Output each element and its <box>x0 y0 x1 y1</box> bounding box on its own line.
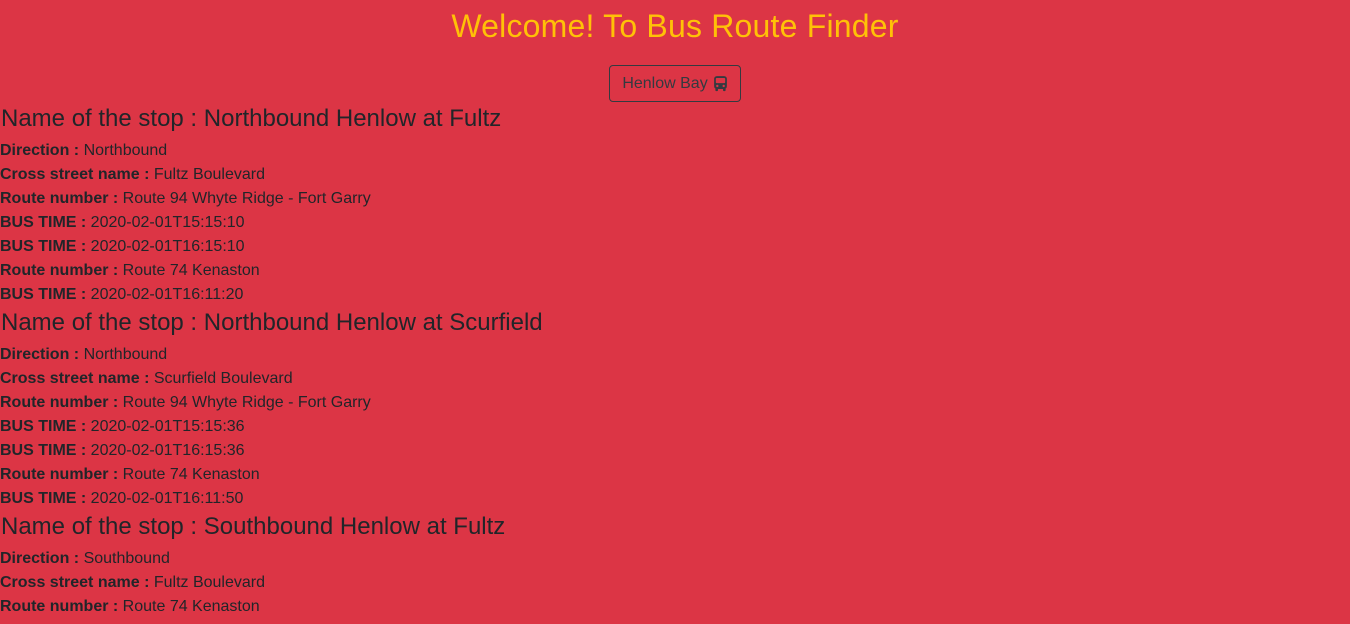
bus-time-label: BUS TIME : <box>0 418 91 435</box>
stop-name: Southbound Henlow at Fultz <box>203 513 506 540</box>
bus-time-label: BUS TIME : <box>0 286 91 303</box>
direction: Direction : Northbound <box>0 343 1350 367</box>
route-number: Route number : Route 74 Kenaston <box>0 595 1350 619</box>
route-number: Route number : Route 74 Kenaston <box>0 463 1350 487</box>
direction-label: Direction : <box>0 550 84 567</box>
bus-time: BUS TIME : 2020-02-01T16:11:50 <box>0 487 1350 511</box>
bus-time-value: 2020-02-01T15:15:10 <box>90 214 245 231</box>
route-number-label: Route number : <box>0 262 123 279</box>
cross-street: Cross street name : Fultz Boulevard <box>0 571 1350 595</box>
cross-street-value: Fultz Boulevard <box>153 166 266 183</box>
bus-time-label: BUS TIME : <box>0 238 91 255</box>
route-number-value: Route 94 Whyte Ridge - Fort Garry <box>122 394 371 411</box>
cross-street-value: Fultz Boulevard <box>153 574 266 591</box>
bus-time: BUS TIME : 2020-02-01T16:11:20 <box>0 283 1350 307</box>
henlow-bay-button[interactable]: Henlow Bay <box>609 65 741 102</box>
route-number-value: Route 74 Kenaston <box>122 262 260 279</box>
cross-street-value: Scurfield Boulevard <box>153 370 293 387</box>
direction: Direction : Northbound <box>0 139 1350 163</box>
route-number-label: Route number : <box>0 190 123 207</box>
bus-time-value: 2020-02-01T15:15:36 <box>90 418 245 435</box>
bus-time-label: BUS TIME : <box>0 490 91 507</box>
cross-street: Cross street name : Fultz Boulevard <box>0 163 1350 187</box>
direction-label: Direction : <box>0 142 84 159</box>
bus-time-label: BUS TIME : <box>0 442 91 459</box>
route-number: Route number : Route 74 Kenaston <box>0 259 1350 283</box>
cross-street: Cross street name : Scurfield Boulevard <box>0 367 1350 391</box>
stop-heading-label: Name of the stop : <box>1 309 204 336</box>
route-number-label: Route number : <box>0 466 123 483</box>
bus-time-value: 2020-02-01T16:11:20 <box>90 286 244 303</box>
direction-value: Northbound <box>83 346 168 363</box>
route-number: Route number : Route 94 Whyte Ridge - Fo… <box>0 187 1350 211</box>
route-number-value: Route 74 Kenaston <box>122 598 260 615</box>
route-number-value: Route 74 Kenaston <box>122 466 260 483</box>
direction-label: Direction : <box>0 346 84 363</box>
bus-time: BUS TIME : 2020-02-01T16:15:36 <box>0 439 1350 463</box>
bus-time-value: 2020-02-01T16:15:10 <box>90 238 245 255</box>
button-label: Henlow Bay <box>622 74 708 92</box>
bus-time-value: 2020-02-01T16:11:50 <box>90 490 244 507</box>
direction: Direction : Southbound <box>0 547 1350 571</box>
stop-section: Name of the stop : Northbound Henlow at … <box>0 103 1350 307</box>
direction-value: Northbound <box>83 142 168 159</box>
stop-heading-label: Name of the stop : <box>1 513 204 540</box>
cross-street-label: Cross street name : <box>0 370 154 387</box>
bus-time-label: BUS TIME : <box>0 214 91 231</box>
stop-name: Northbound Henlow at Fultz <box>203 105 502 132</box>
stop-section: Name of the stop : Northbound Henlow at … <box>0 307 1350 511</box>
stop-section: Name of the stop : Southbound Henlow at … <box>0 511 1350 619</box>
bus-time: BUS TIME : 2020-02-01T15:15:10 <box>0 211 1350 235</box>
stop-heading: Name of the stop : Northbound Henlow at … <box>0 103 1350 139</box>
route-number-label: Route number : <box>0 598 123 615</box>
bus-time-value: 2020-02-01T16:15:36 <box>90 442 245 459</box>
stop-heading: Name of the stop : Northbound Henlow at … <box>0 307 1350 343</box>
stop-name: Northbound Henlow at Scurfield <box>203 309 543 336</box>
stop-list: Name of the stop : Northbound Henlow at … <box>0 103 1350 619</box>
search-row: Henlow Bay <box>0 65 1350 102</box>
route-number: Route number : Route 94 Whyte Ridge - Fo… <box>0 391 1350 415</box>
route-number-label: Route number : <box>0 394 123 411</box>
direction-value: Southbound <box>83 550 170 567</box>
route-number-value: Route 94 Whyte Ridge - Fort Garry <box>122 190 371 207</box>
stop-heading: Name of the stop : Southbound Henlow at … <box>0 511 1350 547</box>
bus-icon <box>712 75 729 92</box>
cross-street-label: Cross street name : <box>0 166 154 183</box>
stop-heading-label: Name of the stop : <box>1 105 204 132</box>
bus-time: BUS TIME : 2020-02-01T15:15:36 <box>0 415 1350 439</box>
cross-street-label: Cross street name : <box>0 574 154 591</box>
page-title: Welcome! To Bus Route Finder <box>451 8 899 44</box>
bus-time: BUS TIME : 2020-02-01T16:15:10 <box>0 235 1350 259</box>
